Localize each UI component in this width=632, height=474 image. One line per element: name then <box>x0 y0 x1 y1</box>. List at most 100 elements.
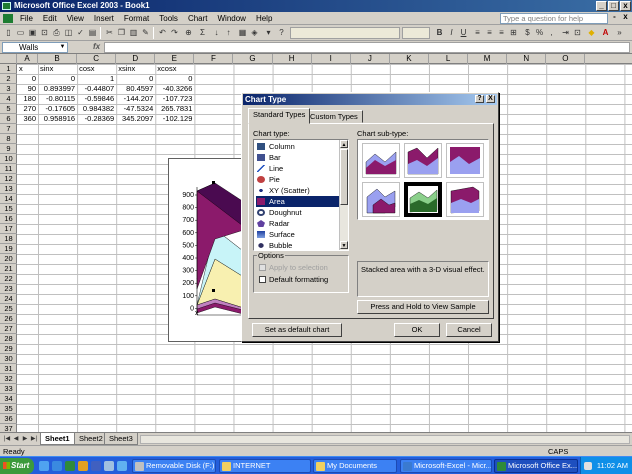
scroll-thumb[interactable] <box>340 149 348 205</box>
copy-icon[interactable]: ❐ <box>116 27 127 38</box>
data-cell[interactable]: -0.59846 <box>77 94 116 104</box>
tab-custom-types[interactable]: Custom Types <box>305 110 363 123</box>
menu-help[interactable]: Help <box>251 12 277 25</box>
last-sheet-icon[interactable]: ▶| <box>30 435 38 444</box>
align-center-icon[interactable]: ≡ <box>484 27 495 38</box>
task-microsoft-excel[interactable]: Microsoft-Excel - Micr... <box>400 459 492 473</box>
ie-icon[interactable] <box>52 461 62 471</box>
drawing-icon[interactable]: ◈ <box>249 27 260 38</box>
menu-chart[interactable]: Chart <box>183 12 213 25</box>
row-header[interactable]: 22 <box>0 274 17 284</box>
press-hold-sample-button[interactable]: Press and Hold to View Sample <box>357 300 489 314</box>
row-header[interactable]: 19 <box>0 244 17 254</box>
name-box[interactable]: Walls ▼ <box>2 42 68 53</box>
list-item-radar[interactable]: Radar <box>256 218 340 229</box>
row-header[interactable]: 23 <box>0 284 17 294</box>
permission-icon[interactable]: ⊡ <box>39 27 50 38</box>
volume-icon[interactable] <box>584 462 592 470</box>
data-cell[interactable]: -102.129 <box>155 114 194 124</box>
task-my-documents[interactable]: My Documents <box>313 459 397 473</box>
column-header[interactable]: L <box>429 54 469 64</box>
subtype-stacked-area[interactable] <box>404 143 442 178</box>
menu-insert[interactable]: Insert <box>89 12 119 25</box>
list-item-surface[interactable]: Surface <box>256 229 340 240</box>
chart-wizard-icon[interactable]: ▦ <box>237 27 248 38</box>
prev-sheet-icon[interactable]: ◀ <box>12 435 20 444</box>
data-cell[interactable]: -144.207 <box>116 94 155 104</box>
tab-standard-types[interactable]: Standard Types <box>248 108 311 124</box>
column-header[interactable]: G <box>234 54 273 64</box>
row-header[interactable]: 21 <box>0 264 17 274</box>
list-item-bubble[interactable]: Bubble <box>256 240 340 251</box>
fx-icon[interactable]: fx <box>93 42 100 51</box>
data-cell[interactable]: 180 <box>17 94 38 104</box>
list-item-area[interactable]: Area <box>256 196 340 207</box>
data-cell[interactable]: -0.28369 <box>77 114 116 124</box>
row-header[interactable]: 25 <box>0 304 17 314</box>
list-item-line[interactable]: Line <box>256 163 340 174</box>
row-header[interactable]: 8 <box>0 134 17 144</box>
italic-icon[interactable]: I <box>446 27 457 38</box>
data-cell[interactable]: 1 <box>77 74 116 84</box>
embedded-chart[interactable]: 900 800 700 600 500 400 300 200 100 0 x <box>168 158 248 342</box>
row-header[interactable]: 32 <box>0 374 17 384</box>
print-icon[interactable]: ⎙ <box>51 27 62 38</box>
menu-file[interactable]: File <box>15 12 38 25</box>
chevron-down-icon[interactable]: ▼ <box>58 43 67 52</box>
header-cell[interactable]: sinx <box>38 64 77 74</box>
format-painter-icon[interactable]: ✎ <box>140 27 151 38</box>
currency-icon[interactable]: $ <box>522 27 533 38</box>
menu-tools[interactable]: Tools <box>154 12 183 25</box>
paste-icon[interactable]: ▥ <box>128 27 139 38</box>
maximize-button[interactable]: □ <box>608 1 619 11</box>
selection-handle[interactable] <box>212 289 215 292</box>
row-header[interactable]: 2 <box>0 74 17 84</box>
list-scrollbar[interactable]: ▲ ▼ <box>339 140 348 250</box>
data-cell[interactable]: 270 <box>17 104 38 114</box>
row-header[interactable]: 26 <box>0 314 17 324</box>
sheet-tab-3[interactable]: Sheet3 <box>104 433 138 445</box>
font-size-select[interactable] <box>402 27 430 39</box>
sheet-tab-1[interactable]: Sheet1 <box>40 433 75 445</box>
sheet-tab-2[interactable]: Sheet2 <box>74 433 108 445</box>
column-header[interactable]: E <box>155 54 195 64</box>
row-header[interactable]: 11 <box>0 164 17 174</box>
start-button[interactable]: Start <box>0 458 34 474</box>
data-cell[interactable]: 345.2097 <box>116 114 155 124</box>
preview-icon[interactable]: ◫ <box>63 27 74 38</box>
sort-desc-icon[interactable]: ↑ <box>223 27 234 38</box>
column-header[interactable]: F <box>194 54 234 64</box>
row-header[interactable]: 6 <box>0 114 17 124</box>
close-button[interactable]: x <box>620 1 631 11</box>
task-internet[interactable]: INTERNET <box>219 459 311 473</box>
selection-handle[interactable] <box>212 181 215 184</box>
subtype-3d-100-stacked-area[interactable] <box>446 182 484 217</box>
list-item-pie[interactable]: Pie <box>256 174 340 185</box>
font-color-icon[interactable]: A <box>600 27 611 38</box>
zoom-icon[interactable]: ▾ <box>263 27 274 38</box>
align-left-icon[interactable]: ≡ <box>472 27 483 38</box>
formula-input[interactable] <box>104 42 630 53</box>
row-header[interactable]: 15 <box>0 204 17 214</box>
row-header[interactable]: 27 <box>0 324 17 334</box>
doc-minimize-icon[interactable]: - <box>610 13 619 23</box>
menu-format[interactable]: Format <box>119 12 154 25</box>
menu-window[interactable]: Window <box>213 12 251 25</box>
data-cell[interactable]: -47.5324 <box>116 104 155 114</box>
subtype-area[interactable] <box>362 143 400 178</box>
data-cell[interactable]: 0 <box>116 74 155 84</box>
row-header[interactable]: 30 <box>0 354 17 364</box>
chart-type-list[interactable]: Column Bar Line Pie XY (Scatter) Area Do… <box>253 139 349 251</box>
autosum-icon[interactable]: Σ <box>197 27 208 38</box>
data-cell[interactable]: -0.44807 <box>77 84 116 94</box>
desktop-icon[interactable] <box>39 461 49 471</box>
row-header[interactable]: 10 <box>0 154 17 164</box>
folder-icon[interactable] <box>117 461 127 471</box>
redo-icon[interactable]: ↷ <box>169 27 180 38</box>
data-cell[interactable]: 0.958916 <box>38 114 77 124</box>
row-header[interactable]: 29 <box>0 344 17 354</box>
horizontal-scrollbar[interactable] <box>140 435 630 444</box>
next-sheet-icon[interactable]: ▶ <box>21 435 29 444</box>
new-icon[interactable]: ▯ <box>3 27 14 38</box>
underline-icon[interactable]: U <box>458 27 469 38</box>
